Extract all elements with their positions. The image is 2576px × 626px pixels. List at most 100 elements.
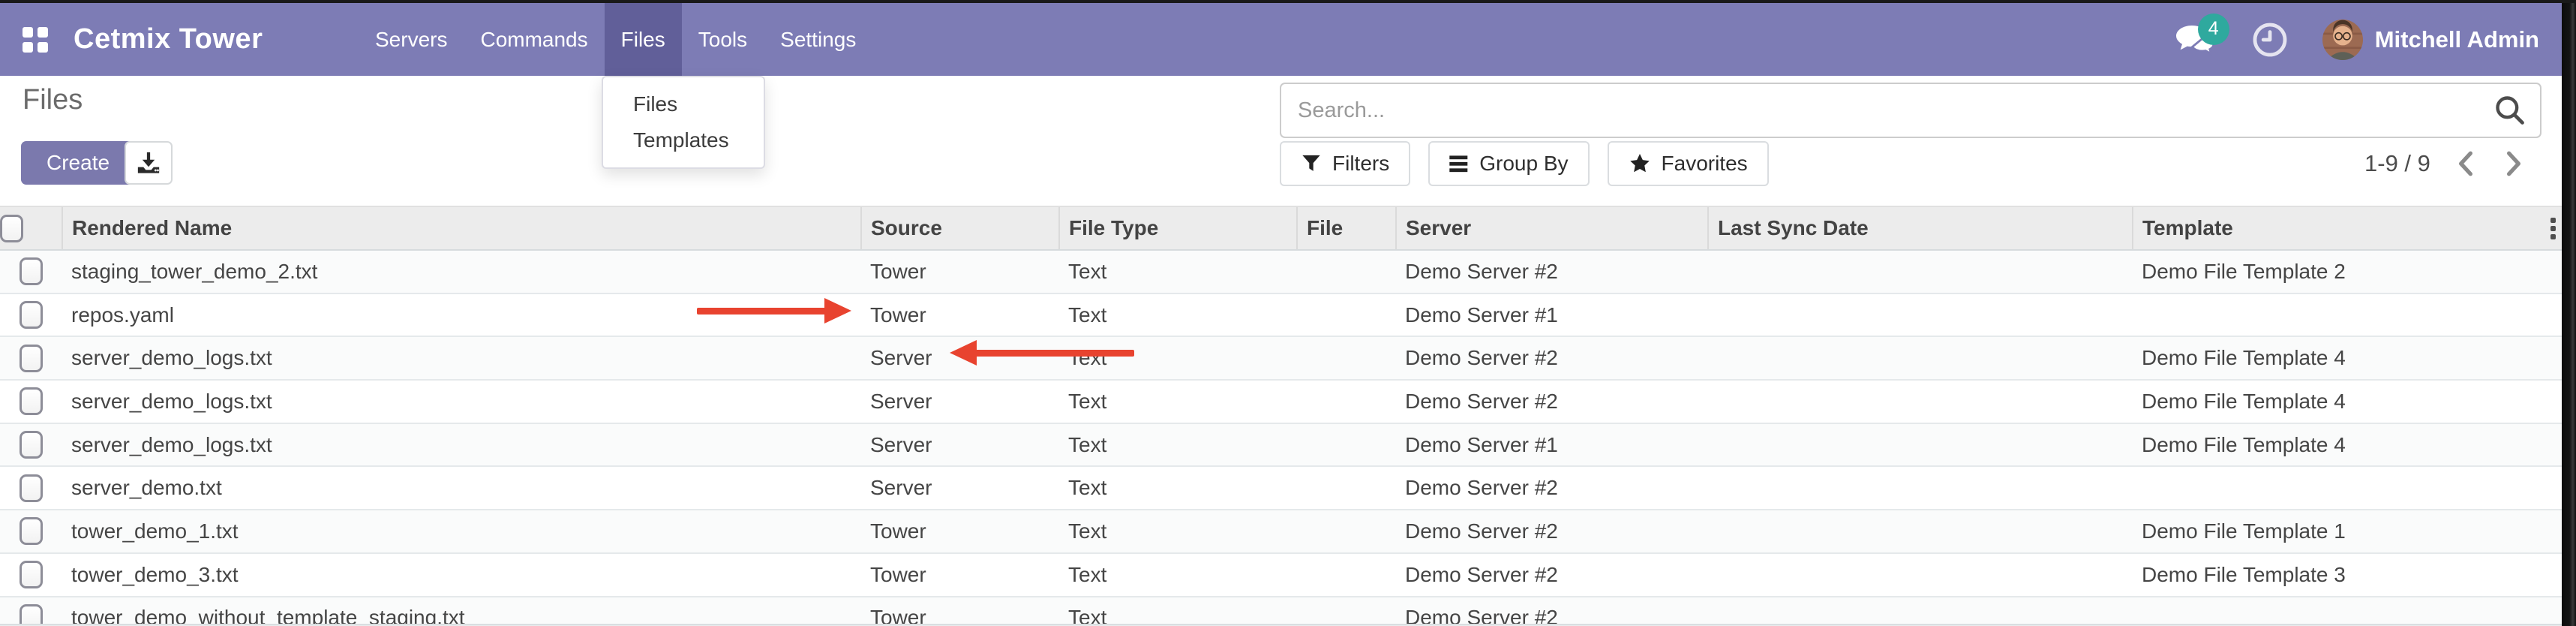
search-input[interactable]	[1281, 98, 2493, 123]
cell-template[interactable]: Demo File Template 4	[2133, 336, 2535, 380]
cell-template[interactable]: Demo File Template 4	[2133, 423, 2535, 467]
cell-last-sync-date[interactable]	[1708, 293, 2133, 337]
cell-rendered-name[interactable]: server_demo_logs.txt	[62, 336, 861, 380]
row-checkbox[interactable]	[20, 561, 43, 588]
cell-template[interactable]	[2133, 293, 2535, 337]
cell-template[interactable]	[2133, 466, 2535, 510]
cell-template[interactable]	[2133, 597, 2535, 626]
nav-item-settings[interactable]: Settings	[764, 3, 872, 76]
table-row[interactable]: server_demo.txtServerText Demo Server #2	[0, 466, 2562, 510]
cell-last-sync-date[interactable]	[1708, 510, 2133, 553]
cell-file-type[interactable]: Text	[1059, 380, 1297, 423]
cell-server[interactable]: Demo Server #1	[1396, 293, 1708, 337]
cell-file[interactable]	[1297, 466, 1396, 510]
cell-last-sync-date[interactable]	[1708, 466, 2133, 510]
cell-source[interactable]: Tower	[861, 510, 1059, 553]
table-row[interactable]: tower_demo_1.txtTowerTextDemo Server #2D…	[0, 510, 2562, 553]
cell-file[interactable]	[1297, 380, 1396, 423]
table-row[interactable]: tower_demo_without_template_staging.txtT…	[0, 597, 2562, 626]
cell-last-sync-date[interactable]	[1708, 553, 2133, 597]
row-checkbox[interactable]	[20, 517, 43, 545]
cell-template[interactable]: Demo File Template 3	[2133, 553, 2535, 597]
cell-last-sync-date[interactable]	[1708, 250, 2133, 293]
cell-server[interactable]: Demo Server #2	[1396, 510, 1708, 553]
cell-file-type[interactable]: Text	[1059, 466, 1297, 510]
cell-server[interactable]: Demo Server #2	[1396, 380, 1708, 423]
cell-file[interactable]	[1297, 293, 1396, 337]
cell-file-type[interactable]: Text	[1059, 250, 1297, 293]
nav-item-tools[interactable]: Tools	[682, 3, 764, 76]
cell-rendered-name[interactable]: repos.yaml	[62, 293, 861, 337]
cell-source[interactable]: Tower	[861, 597, 1059, 626]
cell-file-type[interactable]: Text	[1059, 597, 1297, 626]
cell-last-sync-date[interactable]	[1708, 336, 2133, 380]
column-header-last-sync-date[interactable]: Last Sync Date	[1708, 206, 2133, 250]
cell-last-sync-date[interactable]	[1708, 597, 2133, 626]
cell-server[interactable]: Demo Server #1	[1396, 423, 1708, 467]
cell-source[interactable]: Tower	[861, 293, 1059, 337]
table-row[interactable]: staging_tower_demo_2.txtTowerTextDemo Se…	[0, 250, 2562, 293]
table-row[interactable]: repos.yamlTowerText Demo Server #1	[0, 293, 2562, 337]
cell-source[interactable]: Server	[861, 466, 1059, 510]
apps-grid-icon[interactable]	[23, 27, 48, 53]
cell-file-type[interactable]: Text	[1059, 423, 1297, 467]
nav-item-commands[interactable]: Commands	[464, 3, 604, 76]
column-header-source[interactable]: Source	[861, 206, 1059, 250]
optional-columns-toggle-icon[interactable]	[2544, 218, 2562, 239]
cell-rendered-name[interactable]: tower_demo_1.txt	[62, 510, 861, 553]
app-brand[interactable]: Cetmix Tower	[74, 23, 263, 56]
table-row[interactable]: server_demo_logs.txtServerText Demo Serve…	[0, 380, 2562, 423]
create-button[interactable]: Create	[21, 141, 135, 185]
row-checkbox[interactable]	[20, 431, 43, 459]
cell-file[interactable]	[1297, 597, 1396, 626]
nav-item-files[interactable]: Files	[605, 3, 682, 76]
cell-source[interactable]: Server	[861, 380, 1059, 423]
user-menu[interactable]: Mitchell Admin	[2322, 20, 2539, 60]
cell-file[interactable]	[1297, 336, 1396, 380]
cell-server[interactable]: Demo Server #2	[1396, 336, 1708, 380]
cell-file[interactable]	[1297, 250, 1396, 293]
cell-rendered-name[interactable]: tower_demo_3.txt	[62, 553, 861, 597]
cell-server[interactable]: Demo Server #2	[1396, 597, 1708, 626]
cell-rendered-name[interactable]: tower_demo_without_template_staging.txt	[62, 597, 861, 626]
group-by-button[interactable]: Group By	[1428, 141, 1589, 186]
cell-template[interactable]: Demo File Template 2	[2133, 250, 2535, 293]
cell-file-type[interactable]: Text	[1059, 510, 1297, 553]
cell-rendered-name[interactable]: staging_tower_demo_2.txt	[62, 250, 861, 293]
row-checkbox[interactable]	[20, 387, 43, 415]
cell-rendered-name[interactable]: server_demo.txt	[62, 466, 861, 510]
row-checkbox[interactable]	[20, 301, 43, 329]
cell-source[interactable]: Server	[861, 423, 1059, 467]
pager-next-button[interactable]	[2501, 150, 2526, 177]
row-checkbox[interactable]	[20, 345, 43, 372]
cell-server[interactable]: Demo Server #2	[1396, 553, 1708, 597]
cell-file-type[interactable]: Text	[1059, 553, 1297, 597]
cell-file-type[interactable]: Text	[1059, 336, 1297, 380]
cell-file-type[interactable]: Text	[1059, 293, 1297, 337]
dropdown-item-templates[interactable]: Templates	[603, 122, 764, 158]
cell-server[interactable]: Demo Server #2	[1396, 466, 1708, 510]
filters-button[interactable]: Filters	[1280, 141, 1410, 186]
cell-file[interactable]	[1297, 423, 1396, 467]
nav-item-servers[interactable]: Servers	[359, 3, 464, 76]
row-checkbox[interactable]	[20, 604, 43, 626]
cell-file[interactable]	[1297, 553, 1396, 597]
table-row[interactable]: server_demo_logs.txtServerText Demo Serve…	[0, 423, 2562, 467]
column-header-file-type[interactable]: File Type	[1059, 206, 1297, 250]
cell-source[interactable]: Tower	[861, 553, 1059, 597]
messages-button[interactable]: 4	[2174, 23, 2217, 57]
dropdown-item-files[interactable]: Files	[603, 86, 764, 122]
favorites-button[interactable]: Favorites	[1608, 141, 1769, 186]
export-button[interactable]	[125, 141, 173, 185]
cell-source[interactable]: Tower	[861, 250, 1059, 293]
cell-rendered-name[interactable]: server_demo_logs.txt	[62, 423, 861, 467]
cell-rendered-name[interactable]: server_demo_logs.txt	[62, 380, 861, 423]
row-checkbox[interactable]	[20, 474, 43, 502]
column-header-rendered-name[interactable]: Rendered Name	[62, 206, 861, 250]
cell-last-sync-date[interactable]	[1708, 423, 2133, 467]
cell-last-sync-date[interactable]	[1708, 380, 2133, 423]
table-row[interactable]: server_demo_logs.txtServerTextDemo Serve…	[0, 336, 2562, 380]
pager-previous-button[interactable]	[2453, 150, 2478, 177]
search-icon[interactable]	[2493, 94, 2526, 127]
table-row[interactable]: tower_demo_3.txtTowerText Demo Server #2 D…	[0, 553, 2562, 597]
